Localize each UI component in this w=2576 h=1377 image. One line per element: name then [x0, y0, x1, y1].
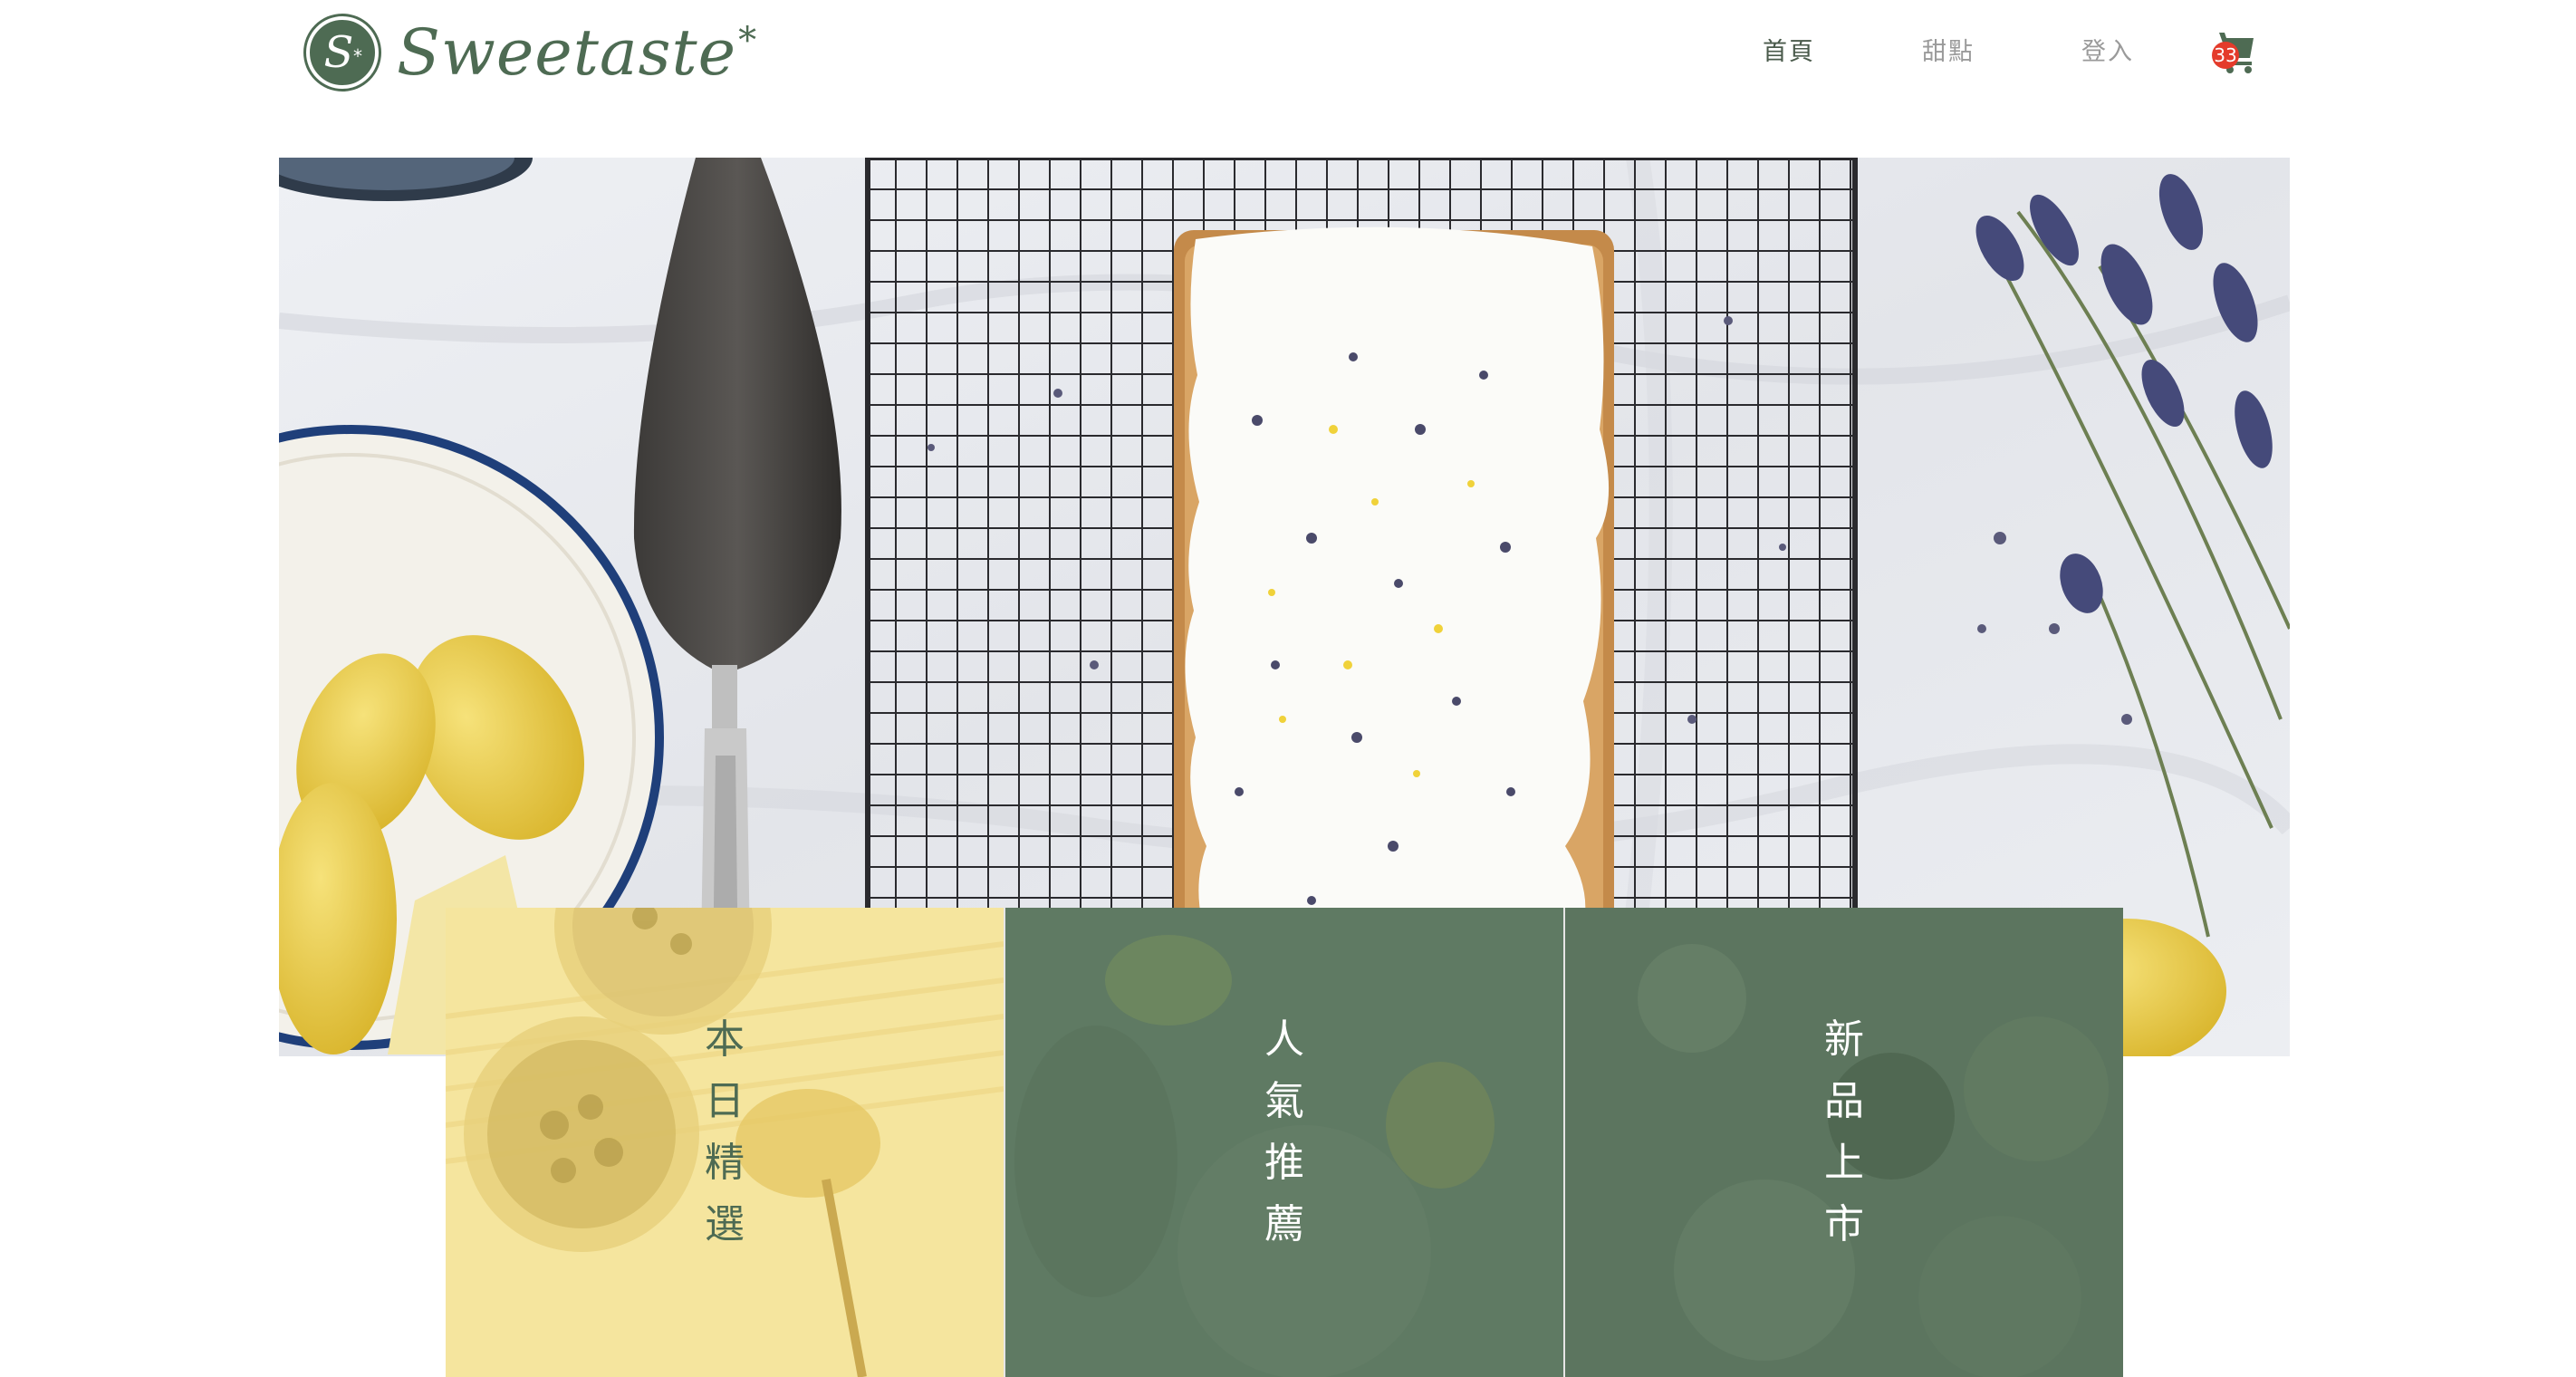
panel-title-wrapper: 人氣推薦	[1005, 1009, 1563, 1256]
category-label-new-arrivals: 新品上市	[1824, 1016, 1864, 1247]
category-label-popular-picks: 人氣推薦	[1264, 1016, 1304, 1247]
brand-logo[interactable]: S * Sweetaste*	[306, 14, 757, 91]
nav-desserts-link[interactable]: 甜點	[1922, 27, 1975, 78]
category-panels: 本日精選 人氣推薦 新品上市	[446, 908, 2123, 1377]
logo-badge-icon: S *	[306, 16, 379, 89]
panel-title-wrapper: 新品上市	[1565, 1009, 2123, 1256]
brand-name-text: Sweetaste	[397, 15, 737, 90]
nav-login-link[interactable]: 登入	[2081, 27, 2134, 78]
cart-count-badge: 33	[2212, 42, 2239, 69]
category-popular-picks[interactable]: 人氣推薦	[1004, 908, 1563, 1377]
brand-asterisk: *	[738, 19, 758, 62]
brand-name: Sweetaste*	[397, 21, 757, 84]
category-label-daily-selection: 本日精選	[705, 1016, 745, 1247]
nav-home-link[interactable]: 首頁	[1763, 27, 1815, 78]
cart-button[interactable]: 33	[2212, 29, 2259, 76]
panel-title-wrapper: 本日精選	[446, 1009, 1004, 1256]
category-new-arrivals[interactable]: 新品上市	[1563, 908, 2123, 1377]
category-daily-selection[interactable]: 本日精選	[446, 908, 1004, 1377]
